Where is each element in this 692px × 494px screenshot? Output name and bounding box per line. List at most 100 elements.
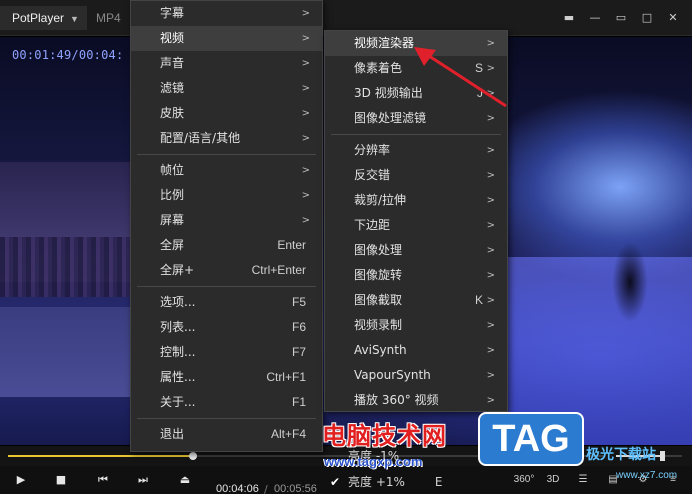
menu-item-brightness-up[interactable]: ✔ 亮度 +1% E bbox=[330, 472, 443, 492]
menu-item-ratio[interactable]: 比例 > bbox=[131, 183, 322, 208]
chevron-right-icon: > bbox=[301, 8, 310, 19]
menu-item-shortcut: F7 bbox=[291, 345, 306, 359]
volume-slider-handle[interactable] bbox=[660, 451, 666, 461]
menu-item-label: 反交错 bbox=[354, 168, 391, 182]
chevron-right-icon: > bbox=[486, 295, 495, 306]
menu-item-label: 全屏 bbox=[160, 238, 185, 252]
chevron-right-icon: > bbox=[486, 195, 495, 206]
chevron-right-icon: > bbox=[486, 245, 495, 256]
menu-item-video-recording[interactable]: 视频录制 > bbox=[325, 313, 507, 338]
stop-icon[interactable]: ■ bbox=[50, 472, 72, 488]
eject-icon[interactable]: ⏏ bbox=[174, 472, 196, 488]
chevron-down-icon: ▼ bbox=[70, 14, 79, 24]
menu-item-label: 播放 360° 视频 bbox=[354, 393, 439, 407]
menu-item-shortcut: Ctrl+Enter bbox=[251, 263, 306, 277]
watermark-url-2: www.xz7.com bbox=[616, 470, 678, 481]
menu-item-image-capture[interactable]: 图像截取 K > bbox=[325, 288, 507, 313]
menu-item-shortcut: F5 bbox=[291, 295, 306, 309]
menu-item-properties[interactable]: 属性... Ctrl+F1 bbox=[131, 365, 322, 390]
menu-item-label: 全屏+ bbox=[160, 263, 195, 277]
menu-item-avisynth[interactable]: AviSynth > bbox=[325, 338, 507, 363]
menu-item-filters[interactable]: 滤镜 > bbox=[131, 76, 322, 101]
menu-item-shortcut: E bbox=[434, 475, 443, 489]
menu-item-label: 图像旋转 bbox=[354, 268, 403, 282]
menu-item-fullscreen-plus[interactable]: 全屏+ Ctrl+Enter bbox=[131, 258, 322, 283]
menu-item-label: 下边距 bbox=[354, 218, 391, 232]
annotation-arrow-icon bbox=[414, 47, 507, 108]
chevron-right-icon: > bbox=[486, 345, 495, 356]
menu-item-label: 裁剪/拉伸 bbox=[354, 193, 407, 207]
current-time: 00:04:06 bbox=[216, 483, 259, 494]
menu-item-options[interactable]: 选项... F5 bbox=[131, 290, 322, 315]
menu-item-label: 视频渲染器 bbox=[354, 36, 415, 50]
close-icon[interactable]: ✕ bbox=[660, 10, 686, 26]
app-menu-button[interactable]: PotPlayer ▼ bbox=[0, 6, 87, 30]
menu-item-shortcut: Ctrl+F1 bbox=[266, 370, 306, 384]
menu-item-label: 图像截取 bbox=[354, 293, 403, 307]
menu-item-deinterlace[interactable]: 反交错 > bbox=[325, 163, 507, 188]
chevron-right-icon: > bbox=[486, 220, 495, 231]
chevron-right-icon: > bbox=[486, 320, 495, 331]
menu-item-crop-stretch[interactable]: 裁剪/拉伸 > bbox=[325, 188, 507, 213]
menu-item-label: VapourSynth bbox=[354, 368, 431, 382]
menu-item-about[interactable]: 关于... F1 bbox=[131, 390, 322, 415]
menu-item-config[interactable]: 配置/语言/其他 > bbox=[131, 126, 322, 151]
menu-item-screen[interactable]: 屏幕 > bbox=[131, 208, 322, 233]
menu-item-label: 图像处理滤镜 bbox=[354, 111, 427, 125]
menu-item-label: 退出 bbox=[160, 427, 185, 441]
next-icon[interactable]: ⏭ bbox=[132, 472, 154, 488]
menu-item-label: 视频 bbox=[160, 31, 185, 45]
maximize-icon[interactable]: □ bbox=[634, 10, 660, 26]
menu-item-video[interactable]: 视频 > bbox=[131, 26, 322, 51]
playlist-icon[interactable]: ☰ bbox=[574, 471, 592, 489]
seek-bar-handle[interactable] bbox=[188, 452, 197, 460]
menu-item-exit[interactable]: 退出 Alt+F4 bbox=[131, 422, 322, 447]
menu-separator bbox=[331, 134, 501, 135]
total-time: 00:05:56 bbox=[274, 483, 317, 494]
menu-item-label: 选项... bbox=[160, 295, 196, 309]
watermark-url: www.tagxp.com bbox=[324, 454, 423, 469]
minimize-icon[interactable]: — bbox=[582, 10, 608, 26]
chevron-right-icon: > bbox=[301, 58, 310, 69]
menu-item-frame[interactable]: 帧位 > bbox=[131, 158, 322, 183]
menu-item-subtitle[interactable]: 字幕 > bbox=[131, 1, 322, 26]
vr360-button[interactable]: 360° bbox=[512, 471, 536, 489]
chevron-right-icon: > bbox=[486, 170, 495, 181]
menu-item-shortcut: K bbox=[474, 293, 483, 307]
menu-item-label: 字幕 bbox=[160, 6, 185, 20]
menu-item-label: 皮肤 bbox=[160, 106, 185, 120]
chevron-right-icon: > bbox=[486, 370, 495, 381]
menu-item-label: 控制... bbox=[160, 345, 196, 359]
menu-item-control[interactable]: 控制... F7 bbox=[131, 340, 322, 365]
menu-item-skin[interactable]: 皮肤 > bbox=[131, 101, 322, 126]
menu-item-playlist[interactable]: 列表... F6 bbox=[131, 315, 322, 340]
chevron-right-icon: > bbox=[301, 133, 310, 144]
menu-item-resolution[interactable]: 分辨率 > bbox=[325, 138, 507, 163]
menu-item-bottom-margin[interactable]: 下边距 > bbox=[325, 213, 507, 238]
menu-item-shortcut: F1 bbox=[291, 395, 306, 409]
chevron-right-icon: > bbox=[486, 395, 495, 406]
menu-item-label: 声音 bbox=[160, 56, 185, 70]
menu-item-play-360[interactable]: 播放 360° 视频 > bbox=[325, 388, 507, 413]
menu-item-image-processing[interactable]: 图像处理 > bbox=[325, 238, 507, 263]
app-name: PotPlayer bbox=[12, 11, 65, 25]
menu-item-image-rotation[interactable]: 图像旋转 > bbox=[325, 263, 507, 288]
window-buttons: ▬ — ▭ □ ✕ bbox=[556, 10, 686, 26]
menu-item-label: 配置/语言/其他 bbox=[160, 131, 241, 145]
menu-item-label: 视频录制 bbox=[354, 318, 403, 332]
menu-item-fullscreen[interactable]: 全屏 Enter bbox=[131, 233, 322, 258]
restore-icon[interactable]: ▭ bbox=[608, 10, 634, 26]
3d-button[interactable]: 3D bbox=[544, 471, 562, 489]
chevron-right-icon: > bbox=[301, 108, 310, 119]
menu-item-label: 比例 bbox=[160, 188, 185, 202]
previous-icon[interactable]: ⏮ bbox=[92, 472, 114, 488]
menu-item-label: 像素着色 bbox=[354, 61, 403, 75]
video-scene-crowd bbox=[0, 237, 130, 297]
check-icon: ✔ bbox=[330, 475, 341, 489]
video-scene-performer bbox=[600, 227, 660, 337]
pin-icon[interactable]: ▬ bbox=[556, 10, 582, 26]
format-label: MP4 bbox=[96, 11, 121, 25]
menu-item-audio[interactable]: 声音 > bbox=[131, 51, 322, 76]
menu-item-vapoursynth[interactable]: VapourSynth > bbox=[325, 363, 507, 388]
play-icon[interactable]: ▶ bbox=[10, 472, 32, 488]
